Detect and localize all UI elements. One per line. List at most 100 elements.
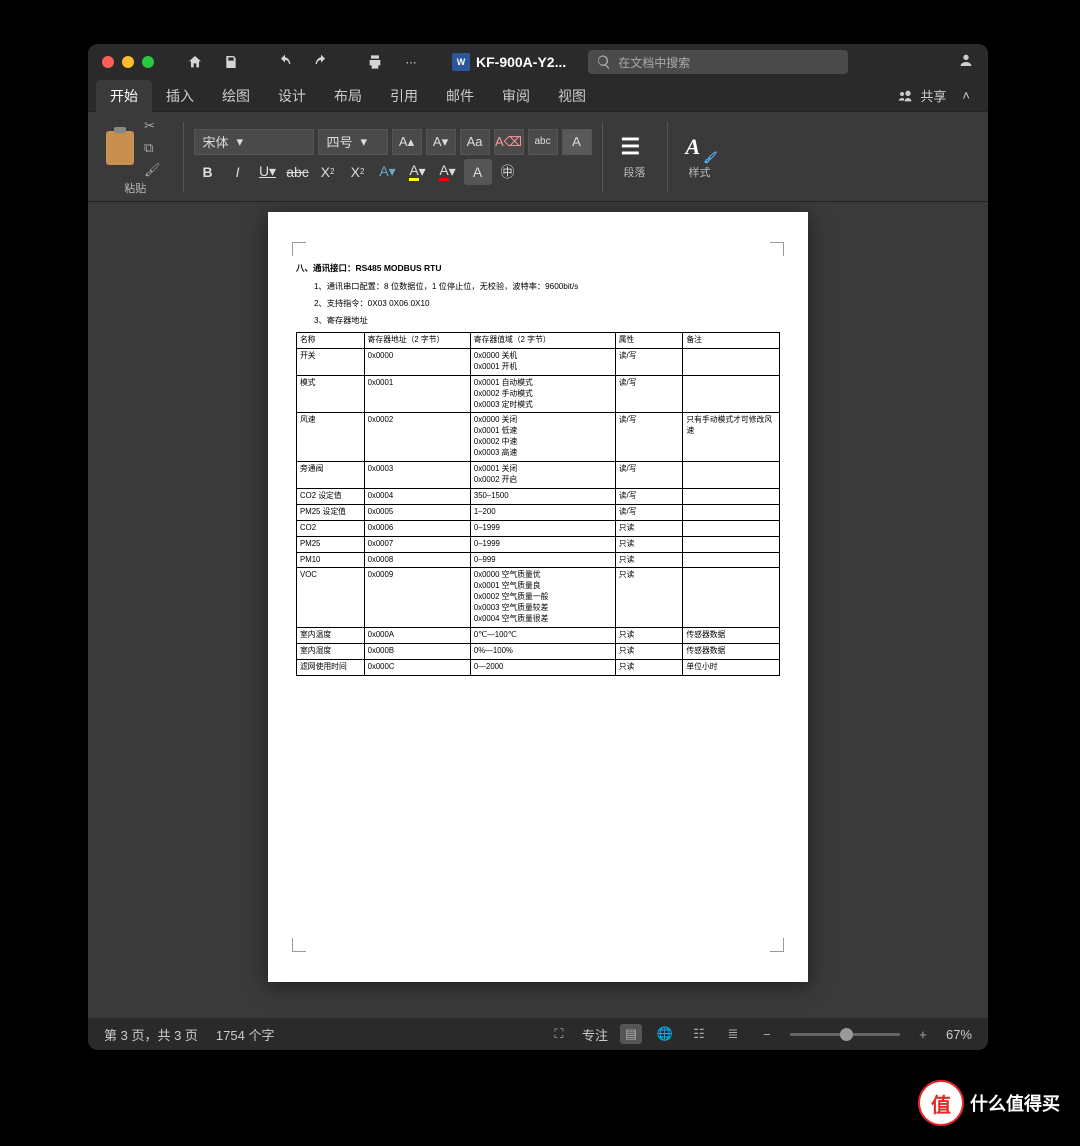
register-table: 名称寄存器地址（2 字节）寄存器值域（2 字节）属性备注开关0x00000x00…: [296, 332, 780, 676]
doc-heading: 八、通讯接口：RS485 MODBUS RTU: [296, 262, 780, 274]
tab-view[interactable]: 视图: [544, 80, 600, 112]
superscript-button[interactable]: X2: [344, 159, 372, 185]
cut-icon[interactable]: ✂: [144, 118, 161, 134]
tab-review[interactable]: 审阅: [488, 80, 544, 112]
shrink-font-button[interactable]: A▾: [426, 129, 456, 155]
page: 八、通讯接口：RS485 MODBUS RTU 1、通讯串口配置：8 位数据位，…: [268, 212, 808, 982]
web-layout-icon[interactable]: 🌐: [654, 1026, 676, 1042]
tab-insert[interactable]: 插入: [152, 80, 208, 112]
search-placeholder: 在文档中搜索: [618, 54, 690, 71]
document-area[interactable]: 八、通讯接口：RS485 MODBUS RTU 1、通讯串口配置：8 位数据位，…: [88, 202, 988, 1018]
clipboard-group: ✂ ⧉ 🖌 粘贴: [98, 116, 173, 197]
strike-button[interactable]: abc: [284, 159, 312, 185]
ribbon: ✂ ⧉ 🖌 粘贴 宋体▾ 四号▾ A▴ A▾ Aa A⌫ abc A B I: [88, 112, 988, 202]
watermark-icon: 值: [918, 1080, 964, 1126]
table-row: 模式0x00010x0001 自动模式0x0002 手动模式0x0003 定时模…: [297, 375, 780, 413]
tab-draw[interactable]: 绘图: [208, 80, 264, 112]
collapse-ribbon-icon[interactable]: ˄: [962, 88, 970, 103]
table-header: 属性: [615, 333, 683, 349]
undo-icon[interactable]: [272, 49, 298, 75]
save-icon[interactable]: [218, 49, 244, 75]
italic-button[interactable]: I: [224, 159, 252, 185]
account-icon[interactable]: [958, 52, 974, 73]
table-row: CO20x00060–1999只读: [297, 520, 780, 536]
bold-button[interactable]: B: [194, 159, 222, 185]
tab-layout[interactable]: 布局: [320, 80, 376, 112]
table-row: 室内温度0x000A0℃—100℃只读传感器数据: [297, 627, 780, 643]
table-header: 寄存器地址（2 字节）: [364, 333, 470, 349]
tab-references[interactable]: 引用: [376, 80, 432, 112]
minimize-icon[interactable]: [122, 56, 134, 68]
underline-button[interactable]: U▾: [254, 159, 282, 185]
window-controls: [102, 56, 154, 68]
share-button[interactable]: 共享 ˄: [898, 86, 980, 105]
redo-icon[interactable]: [308, 49, 334, 75]
titlebar: ⋯ W KF-900A-Y2... 在文档中搜索: [88, 44, 988, 80]
zoom-out-button[interactable]: −: [756, 1027, 778, 1042]
search-icon: [596, 54, 612, 70]
font-group: 宋体▾ 四号▾ A▴ A▾ Aa A⌫ abc A B I U▾ abc X2 …: [194, 129, 592, 185]
paste-icon[interactable]: [106, 131, 134, 165]
phonetic-button[interactable]: abc: [528, 129, 558, 155]
share-person-icon: [898, 88, 914, 104]
statusbar: 第 3 页，共 3 页 1754 个字 ⛶ 专注 ▤ 🌐 ☷ ≣ − + 67%: [88, 1018, 988, 1050]
char-border-button[interactable]: A: [562, 129, 592, 155]
table-header: 名称: [297, 333, 365, 349]
table-header: 寄存器值域（2 字节）: [470, 333, 615, 349]
paragraph-group[interactable]: ☰ 段落: [613, 116, 657, 197]
paste-label: 粘贴: [124, 180, 146, 196]
watermark-text: 什么值得买: [970, 1090, 1060, 1116]
format-painter-icon[interactable]: 🖌: [144, 162, 161, 178]
tab-design[interactable]: 设计: [264, 80, 320, 112]
font-name-select[interactable]: 宋体▾: [194, 129, 314, 155]
table-row: PM250x00070–1999只读: [297, 536, 780, 552]
font-color-button[interactable]: A▾: [434, 159, 462, 185]
styles-icon: A🖌: [686, 134, 714, 162]
grow-font-button[interactable]: A▴: [392, 129, 422, 155]
search-input[interactable]: 在文档中搜索: [588, 50, 848, 74]
draft-icon[interactable]: ≣: [722, 1026, 744, 1042]
doc-line-3: 3、寄存器地址: [314, 314, 780, 326]
paragraph-icon: ☰: [621, 134, 649, 162]
maximize-icon[interactable]: [142, 56, 154, 68]
table-row: PM100x00080–999只读: [297, 552, 780, 568]
table-header: 备注: [683, 333, 780, 349]
print-icon[interactable]: [362, 49, 388, 75]
tab-mailings[interactable]: 邮件: [432, 80, 488, 112]
doc-line-2: 2、支持指令：0X03 0X06 0X10: [314, 297, 780, 309]
home-icon[interactable]: [182, 49, 208, 75]
table-row: VOC0x00090x0000 空气质量优0x0001 空气质量良0x0002 …: [297, 568, 780, 628]
page-indicator[interactable]: 第 3 页，共 3 页: [104, 1025, 198, 1044]
overflow-icon[interactable]: ⋯: [398, 49, 424, 75]
table-row: CO2 设定值0x0004350–1500读/写: [297, 488, 780, 504]
word-count[interactable]: 1754 个字: [216, 1025, 275, 1044]
ribbon-tabs: 开始 插入 绘图 设计 布局 引用 邮件 审阅 视图 共享 ˄: [88, 80, 988, 112]
change-case-button[interactable]: Aa: [460, 129, 490, 155]
zoom-slider[interactable]: [790, 1033, 900, 1036]
zoom-level[interactable]: 67%: [946, 1027, 972, 1042]
table-row: PM25 设定值0x00051–200读/写: [297, 504, 780, 520]
table-row: 室内湿度0x000B0%—100%只读传感器数据: [297, 643, 780, 659]
tab-home[interactable]: 开始: [96, 80, 152, 112]
copy-icon[interactable]: ⧉: [144, 140, 161, 156]
highlight-button[interactable]: A▾: [404, 159, 432, 185]
text-effects-button[interactable]: A▾: [374, 159, 402, 185]
table-row: 开关0x00000x0000 关机0x0001 开机读/写: [297, 348, 780, 375]
focus-mode-icon[interactable]: ⛶: [548, 1026, 570, 1042]
app-window: ⋯ W KF-900A-Y2... 在文档中搜索 开始 插入 绘图 设计 布局 …: [88, 44, 988, 1050]
styles-group[interactable]: A🖌 样式: [678, 116, 722, 197]
font-size-select[interactable]: 四号▾: [318, 129, 388, 155]
zoom-in-button[interactable]: +: [912, 1027, 934, 1042]
clear-format-button[interactable]: A⌫: [494, 129, 524, 155]
watermark: 值 什么值得买: [918, 1080, 1060, 1126]
subscript-button[interactable]: X2: [314, 159, 342, 185]
close-icon[interactable]: [102, 56, 114, 68]
word-doc-icon: W: [452, 53, 470, 71]
table-row: 风速0x00020x0000 关闭0x0001 低速0x0002 中速0x000…: [297, 413, 780, 462]
focus-label[interactable]: 专注: [582, 1025, 608, 1044]
outline-icon[interactable]: ☷: [688, 1026, 710, 1042]
print-layout-icon[interactable]: ▤: [620, 1024, 642, 1044]
enclose-char-button[interactable]: ㊥: [494, 159, 522, 185]
char-shading-button[interactable]: A: [464, 159, 492, 185]
doc-line-1: 1、通讯串口配置：8 位数据位，1 位停止位，无校验，波特率：9600bit/s: [314, 280, 780, 292]
